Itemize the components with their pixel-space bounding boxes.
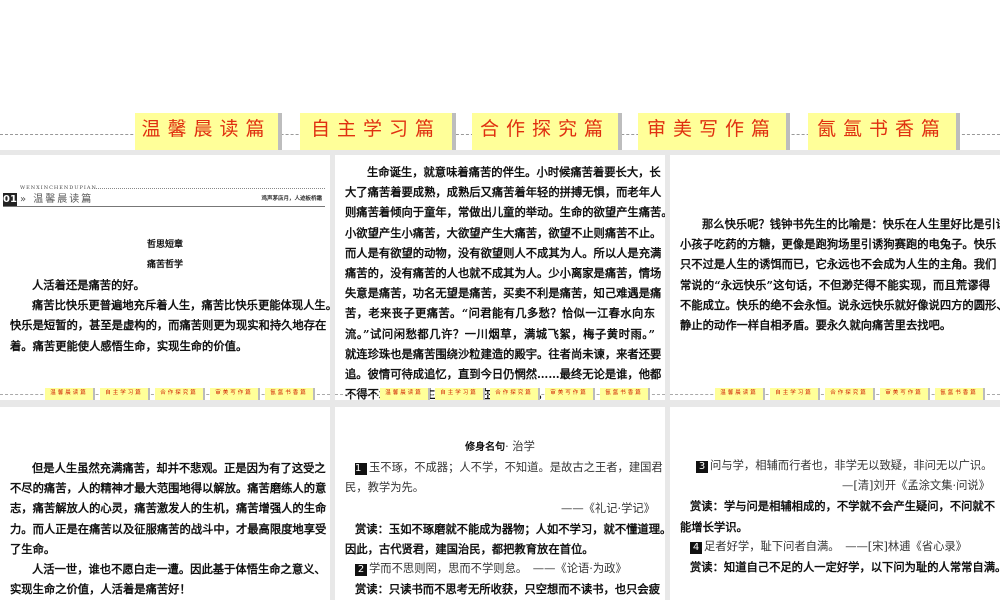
paragraph-line: 追。彼情可待成追忆，直到今日仍惘然……最终无论是谁，他都: [345, 367, 662, 382]
paragraph-line: 苦，老来丧子更痛苦。“问君能有几多愁？恰似一江春水向东: [345, 306, 655, 321]
paragraph-line: 痛苦比快乐更普遍地充斥着人生，痛苦比快乐更能体现人生。: [32, 298, 330, 313]
quote-number-badge: 1: [355, 463, 367, 476]
appreciation-text: 赏读：知道自己不足的人一定好学，以下问为耻的人常常自满。: [690, 560, 1000, 575]
paragraph-line: 不尽的痛苦，人的精神才最大范围地得以解放。痛苦磨练人的意: [10, 481, 327, 496]
paragraph-line: 人活一世，谁也不愿白走一遭。因此基于体悟生命之意义、: [32, 562, 326, 577]
mini-tab-2[interactable]: 自主学习篇: [100, 388, 148, 400]
slide-2[interactable]: 生命诞生，就意味着痛苦的伴生。小时候痛苦着要长大，长 大了痛苦着要成熟，成熟后又…: [335, 155, 665, 400]
mini-nav: 温馨晨读篇 自主学习篇 合作探究篇 审美写作篇 氤氲书香篇: [335, 388, 665, 400]
paragraph-line: 痛苦的，没有痛苦的人也就不成其为人。少小离家是痛苦，情场: [345, 266, 662, 281]
appreciation-text: 赏读：学与问是相辅相成的，不学就不会产生疑问，不问就不: [690, 499, 996, 514]
mini-tab-5[interactable]: 氤氲书香篇: [265, 388, 313, 400]
section-header: 01 WENXINCHENDUPIAN » 温馨晨读篇 鸡声茅店月，人迹板桥霜: [0, 185, 330, 207]
paragraph-line: 则痛苦着倾向于童年，常做出儿童的举动。生命的欲望产生痛苦。: [345, 205, 665, 220]
slide-5[interactable]: 修身名句· 治学 1 玉不琢，不成器；人不学，不知道。是故古之王者，建国君 民，教…: [335, 407, 665, 600]
mini-tab-2[interactable]: 自主学习篇: [770, 388, 818, 400]
paragraph-line: 小欲望产生小痛苦，大欲望产生大痛苦，欲望不止则痛苦不止。: [345, 225, 662, 240]
slide-6[interactable]: 3 问与学，相辅而行者也，非学无以致疑，非问无以广识。 —[清]刘开《孟涂文集·问…: [670, 407, 1000, 600]
quote-source: ——《礼记·学记》: [561, 501, 655, 515]
mini-tab-5[interactable]: 氤氲书香篇: [935, 388, 983, 400]
paragraph-line: 就连珍珠也是痛苦围绕沙粒建造的殿宇。往者尚未谏，来者还要: [345, 346, 662, 361]
paragraph-line: 只不过是人生的诱饵而已，它永远也不会成为人生的主角。我们: [680, 257, 997, 272]
slide-4[interactable]: 但是人生虽然充满痛苦，却并不悲观。正是因为有了这受之 不尽的痛苦，人的精神才最大…: [0, 407, 330, 600]
section-number: 01: [3, 193, 17, 206]
paragraph-line: 实现生命之价值，人活着是痛苦好！: [10, 582, 191, 597]
quote-text: 学而不思则罔，思而不学则怠。 ——《论语·为政》: [369, 562, 627, 576]
appreciation-text: 因此，古代贤君，建国治民，都把教育放在首位。: [345, 542, 594, 557]
paragraph-line: 失意是痛苦，功名无望是痛苦，买卖不利是痛苦，知己难遇是痛: [345, 286, 662, 301]
mini-tab-1[interactable]: 温馨晨读篇: [715, 388, 763, 400]
paragraph-line: 流。”试问闲愁都几许？一川烟草，满城飞絮，梅子黄时雨。”: [345, 326, 655, 341]
section-motto: 鸡声茅店月，人迹板桥霜: [261, 196, 322, 202]
mini-tab-4[interactable]: 审美写作篇: [545, 388, 593, 400]
quote-number-badge: 2: [355, 564, 367, 577]
quote-text: 玉不琢，不成器；人不学，不知道。是故古之王者，建国君: [369, 461, 663, 475]
paragraph-line: 大了痛苦着要成熟，成熟后又痛苦着年轻的拼搏无惧，而老年人: [345, 185, 662, 200]
mini-tab-4[interactable]: 审美写作篇: [880, 388, 928, 400]
paragraph-line: 了生命。: [10, 541, 56, 556]
slide-3[interactable]: 那么快乐呢？钱钟书先生的比喻是：快乐在人生里好比是引诱 小孩子吃药的方糖，更像是…: [670, 155, 1000, 400]
section-pinyin: WENXINCHENDUPIAN: [20, 185, 97, 191]
tab-shenmei-xiezuo[interactable]: 审美写作篇: [638, 113, 786, 150]
tab-yinyun-shuxiang[interactable]: 氤氲书香篇: [808, 113, 956, 150]
section-title: » 温馨晨读篇: [20, 194, 94, 205]
mini-nav: 温馨晨读篇 自主学习篇 合作探究篇 审美写作篇 氤氲书香篇: [0, 388, 330, 400]
mini-tab-4[interactable]: 审美写作篇: [210, 388, 258, 400]
paragraph-line: 静止的动作一样自相矛盾。要永久就向痛苦里去找吧。: [680, 318, 952, 333]
paragraph-line: 而人是有欲望的动物，没有欲望则人不成其为人。所以人是充满: [345, 245, 662, 260]
quote-number-badge: 3: [696, 461, 708, 473]
mini-tab-3[interactable]: 合作探究篇: [155, 388, 203, 400]
quotes-subtitle: · 治学: [505, 440, 535, 453]
article-title: 痛苦哲学: [146, 260, 183, 270]
quotes-title: 修身名句: [465, 442, 506, 453]
article-category: 哲思短章: [146, 240, 183, 250]
paragraph-line: 快乐是短暂的，甚至是虚构的，而痛苦则更为现实和持久地存在: [10, 318, 327, 333]
mini-nav: 温馨晨读篇 自主学习篇 合作探究篇 审美写作篇 氤氲书香篇: [670, 388, 1000, 400]
tab-zizhu-xuexi[interactable]: 自主学习篇: [300, 113, 452, 150]
quote-number-badge: 4: [690, 541, 702, 554]
paragraph-line: 生命诞生，就意味着痛苦的伴生。小时候痛苦着要长大，长: [367, 165, 661, 179]
paragraph-line: 力。而人正是在痛苦以及征服痛苦的战斗中，才最高限度地享受: [10, 521, 327, 536]
paragraph-line: 常说的“永远快乐”这句话，不但渺茫得不能实现，而且荒谬得: [680, 277, 990, 292]
paragraph-line: 不能成立。快乐的绝不会永恒。说永远快乐就好像说四方的圆形、: [680, 297, 1000, 312]
mini-tab-5[interactable]: 氤氲书香篇: [600, 388, 648, 400]
quote-source: —[清]刘开《孟涂文集·问说》: [842, 479, 990, 493]
quote-text: 民，教学为先。: [345, 481, 425, 495]
paragraph-line: 志，痛苦解放人的心灵，痛苦激发人的生机，痛苦增强人的生命: [10, 501, 327, 516]
quote-text: 足者好学，耻下问者自满。 ——[宋]林逋《省心录》: [704, 539, 967, 553]
quotes-heading: 修身名句· 治学: [335, 436, 665, 458]
mini-tab-3[interactable]: 合作探究篇: [490, 388, 538, 400]
mini-tab-3[interactable]: 合作探究篇: [825, 388, 873, 400]
paragraph-line: 但是人生虽然充满痛苦，却并不悲观。正是因为有了这受之: [32, 461, 326, 475]
paragraph-line: 那么快乐呢？钱钟书先生的比喻是：快乐在人生里好比是引诱: [702, 217, 1000, 231]
tab-wenxin-chendu[interactable]: 温馨晨读篇: [135, 113, 278, 150]
mini-tab-1[interactable]: 温馨晨读篇: [45, 388, 93, 400]
paragraph-line: 小孩子吃药的方糖，更像是跑狗场里引诱狗赛跑的电兔子。快乐: [680, 237, 997, 252]
paragraph-line: 人活着还是痛苦的好。: [32, 278, 145, 292]
mini-tab-2[interactable]: 自主学习篇: [435, 388, 483, 400]
quote-text: 问与学，相辅而行者也，非学无以致疑，非问无以广识。: [710, 459, 993, 472]
slide-1[interactable]: 01 WENXINCHENDUPIAN » 温馨晨读篇 鸡声茅店月，人迹板桥霜 …: [0, 155, 330, 400]
appreciation-text: 赏读：玉如不琢磨就不能成为器物；人如不学习，就不懂道理。: [355, 521, 665, 536]
appreciation-text: 能增长学识。: [680, 519, 748, 534]
paragraph-line: 着。痛苦更能使人感悟生命，实现生命的价值。: [10, 338, 248, 353]
tab-hezuo-tanjiu[interactable]: 合作探究篇: [472, 113, 618, 150]
appreciation-text: 赏读：只读书而不思考无所收获，只空想而不读书，也只会疲: [355, 582, 661, 597]
mini-tab-1[interactable]: 温馨晨读篇: [380, 388, 428, 400]
